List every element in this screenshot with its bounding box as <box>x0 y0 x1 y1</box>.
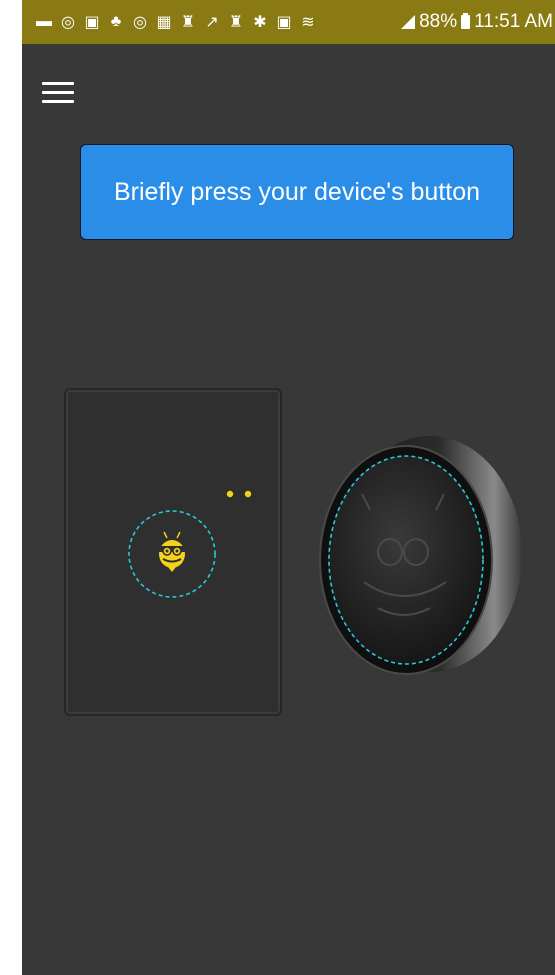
person-icon: ♜ <box>180 14 196 31</box>
battery-icon <box>461 13 471 29</box>
left-edge-strip <box>0 0 22 975</box>
app-screen: Briefly press your device's button <box>22 44 555 975</box>
instruction-text: Briefly press your device's button <box>113 177 481 206</box>
status-bar: ▬ ◎ ▣ ♣ ◎ ▦ ♜ ↗ ♜ ✱ ▣ ≋ 88% 11:51 AM <box>22 0 555 44</box>
bee-logo-icon <box>159 531 185 572</box>
person-icon: ♜ <box>228 14 244 31</box>
card-icon: ▦ <box>156 14 172 31</box>
sync-icon: ◎ <box>61 14 75 31</box>
sync-icon: ◎ <box>133 14 147 31</box>
round-button-drawing <box>319 436 522 675</box>
arrow-icon: ↗ <box>205 14 219 31</box>
wifi-icon: ≋ <box>301 14 315 31</box>
status-right: 88% 11:51 AM <box>401 0 553 44</box>
clock: 11:51 AM <box>474 11 553 32</box>
battery-percent: 88% <box>419 11 458 32</box>
pad-device-drawing <box>128 490 252 598</box>
hamburger-menu-icon[interactable] <box>42 80 74 106</box>
signal-icon <box>401 15 416 29</box>
image-icon: ▣ <box>84 14 100 31</box>
pad-device <box>64 388 282 716</box>
alarm-icon: ♣ <box>110 13 122 30</box>
notification-icons: ▬ ◎ ▣ ♣ ◎ ▦ ♜ ↗ ♜ ✱ ▣ ≋ <box>36 12 316 32</box>
indicator-dot <box>226 490 234 498</box>
instruction-banner: Briefly press your device's button <box>80 144 514 240</box>
nfc-icon: ▣ <box>276 14 292 31</box>
indicator-dot <box>244 490 252 498</box>
message-icon: ▬ <box>36 13 52 30</box>
round-button-device <box>318 432 528 680</box>
bluetooth-icon: ✱ <box>253 14 267 31</box>
